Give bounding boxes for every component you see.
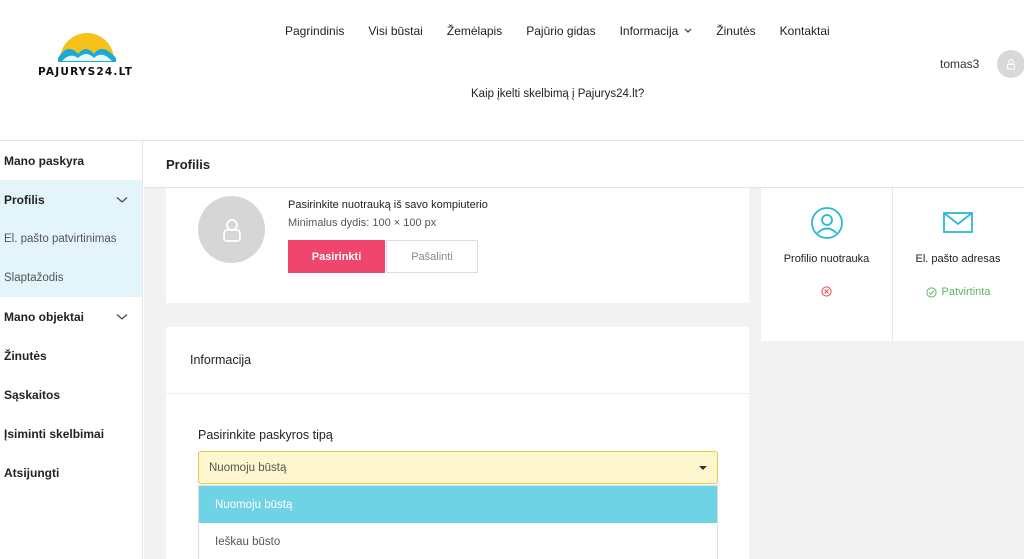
nav-item-how-to-post[interactable]: Kaip įkelti skelbimą į Pajurys24.lt?	[471, 88, 644, 100]
user-lock-icon	[222, 218, 241, 242]
logo-text: PAJURYS24.LT	[38, 66, 134, 78]
site-logo[interactable]: PAJURYS24.LT	[38, 28, 138, 80]
email-verified-text: Patvirtinta	[941, 286, 991, 298]
sidebar-item-label: Žinutės	[4, 348, 47, 363]
sidebar-item-atsijungti[interactable]: Atsijungti	[0, 453, 142, 492]
user-avatar[interactable]	[997, 50, 1024, 78]
caret-down-icon	[699, 465, 707, 470]
chevron-down-icon	[116, 313, 128, 320]
profile-photo-placeholder	[198, 196, 265, 263]
page-title-bar: Profilis	[144, 141, 1024, 188]
account-type-selected-value: Nuomoju būstą	[209, 461, 287, 474]
sidebar-item-saskaitos[interactable]: Sąskaitos	[0, 375, 142, 414]
account-type-label: Pasirinkite paskyros tipą	[198, 428, 333, 442]
sidebar-subitem-email-verification[interactable]: El. pašto patvirtinimas	[0, 219, 142, 258]
nav-item-zemelapis[interactable]: Žemėlapis	[447, 24, 502, 38]
nav-item-pagrindinis[interactable]: Pagrindinis	[285, 24, 344, 38]
dropdown-option-nuomoju-busta[interactable]: Nuomoju būstą	[199, 486, 717, 523]
information-title: Informacija	[190, 353, 252, 367]
sidebar-subitem-password[interactable]: Slaptažodis	[0, 258, 142, 297]
account-type-dropdown: Nuomoju būstą Ieškau būsto	[198, 485, 718, 559]
status-email: El. pašto adresas Patvirtinta	[892, 188, 1023, 341]
sun-waves-logo-icon	[58, 33, 116, 62]
envelope-icon	[943, 212, 973, 233]
nav-label: Žemėlapis	[446, 24, 503, 38]
sidebar-item-label: Atsijungti	[4, 465, 60, 480]
chevron-down-icon	[684, 28, 692, 33]
information-header: Informacija	[166, 327, 749, 394]
sidebar-item-label: Mano objektai	[4, 309, 85, 324]
nav-item-kontaktai[interactable]: Kontaktai	[780, 24, 830, 38]
sidebar-item-label: Mano paskyra	[4, 153, 85, 168]
nav-item-zinutes[interactable]: Žinutės	[716, 24, 755, 38]
nav-item-pajurio-gidas[interactable]: Pajūrio gidas	[526, 24, 595, 38]
status-email-state: Patvirtinta	[893, 286, 1023, 298]
profile-photo-card: Pasirinkite nuotrauką iš savo kompiuteri…	[166, 188, 749, 303]
nav-label: Pagrindinis	[285, 24, 345, 38]
status-email-label: El. pašto adresas	[915, 253, 1001, 265]
main-content: Profilis Pasirinkite nuotrauką iš savo k…	[144, 141, 1024, 559]
sidebar-item-label: Slaptažodis	[4, 271, 64, 284]
sidebar-item-profilis[interactable]: Profilis	[0, 180, 142, 219]
status-photo-state	[761, 286, 892, 297]
main-nav: Pagrindinis Visi būstai Žemėlapis Pajūri…	[285, 24, 830, 38]
account-sidebar: Mano paskyra Profilis El. pašto patvirti…	[0, 141, 143, 559]
site-header: PAJURYS24.LT Pagrindinis Visi būstai Žem…	[0, 0, 1024, 141]
user-name[interactable]: tomas3	[940, 57, 979, 71]
dropdown-option-ieskau-busto[interactable]: Ieškau būsto	[199, 523, 717, 559]
user-circle-icon	[810, 207, 843, 239]
nav-label: Informacija	[619, 24, 679, 38]
status-photo-label: Profilio nuotrauka	[783, 253, 870, 265]
sidebar-item-isiminti-skelbimai[interactable]: Įsiminti skelbimai	[0, 414, 142, 453]
nav-item-visi-bustai[interactable]: Visi būstai	[368, 24, 422, 38]
sidebar-item-zinutes[interactable]: Žinutės	[0, 336, 142, 375]
nav-label: Visi būstai	[368, 24, 423, 38]
status-profile-photo: Profilio nuotrauka	[761, 188, 892, 341]
sidebar-item-mano-objektai[interactable]: Mano objektai	[0, 297, 142, 336]
nav-label: Žinutės	[716, 24, 756, 38]
sidebar-item-label: Profilis	[4, 192, 45, 207]
nav-item-informacija[interactable]: Informacija	[620, 24, 693, 38]
sidebar-item-label: Sąskaitos	[4, 387, 61, 402]
information-card: Informacija Pasirinkite paskyros tipą Nu…	[166, 327, 749, 559]
account-type-select[interactable]: Nuomoju būstą	[198, 451, 718, 484]
error-x-circle-icon	[821, 286, 832, 297]
profile-status-card: Profilio nuotrauka El. pašto adresas Pat…	[761, 188, 1024, 341]
nav-label: Kontaktai	[779, 24, 830, 38]
chevron-down-icon	[116, 196, 128, 203]
check-circle-icon	[925, 286, 937, 298]
user-lock-icon	[1006, 59, 1016, 70]
remove-photo-button[interactable]: Pašalinti	[386, 240, 478, 273]
sidebar-item-label: El. pašto patvirtinimas	[4, 232, 117, 245]
sidebar-item-mano-paskyra[interactable]: Mano paskyra	[0, 141, 142, 180]
photo-min-size: Minimalus dydis: 100 × 100 px	[288, 217, 437, 229]
choose-photo-button[interactable]: Pasirinkti	[288, 240, 385, 273]
sidebar-item-label: Įsiminti skelbimai	[4, 426, 105, 441]
nav-label: Pajūrio gidas	[526, 24, 596, 38]
page-title: Profilis	[166, 157, 211, 172]
photo-upload-title: Pasirinkite nuotrauką iš savo kompiuteri…	[288, 199, 488, 211]
